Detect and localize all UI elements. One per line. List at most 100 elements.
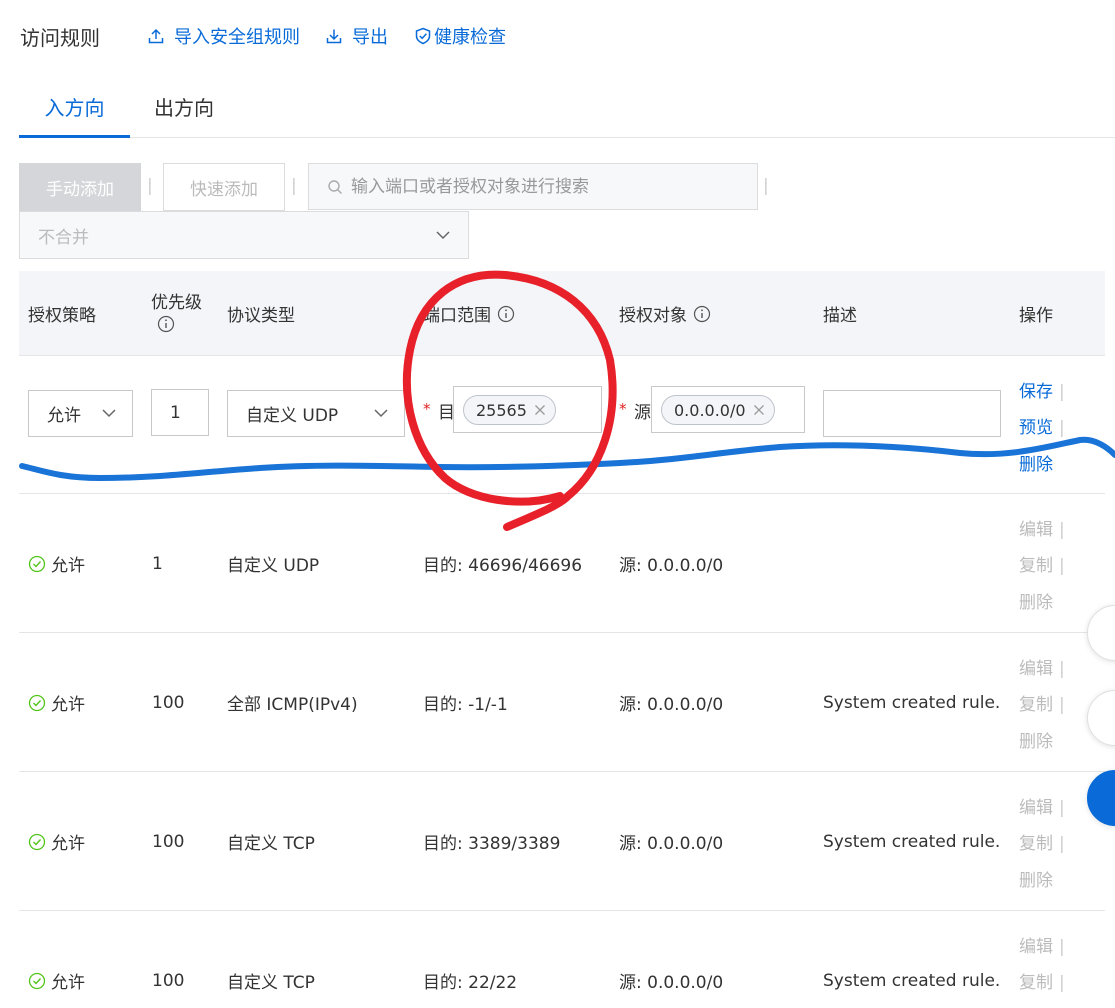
priority-input-value: 1 [170,402,181,423]
edit-link[interactable]: 编辑 | [1019,654,1065,679]
port-tag-value: 25565 [476,400,527,420]
divider: | [1059,798,1065,818]
table-row: 允许 1 自定义 UDP 目的: 46696/46696 源: 0.0.0.0/… [19,494,1105,633]
export-label: 导出 [352,27,388,48]
manual-add-button[interactable]: 手动添加 [19,163,141,211]
import-rules-label: 导入安全组规则 [174,27,300,48]
check-circle-icon [28,833,46,851]
search-box[interactable] [308,163,758,210]
priority-cell: 1 [152,553,163,574]
policy-cell: 允许 [28,911,85,1008]
description-cell: System created rule. [823,692,1001,713]
column-protocol: 协议类型 [227,306,295,326]
port-range-input[interactable]: 25565 [453,386,602,433]
search-input[interactable] [351,176,731,197]
table-row: 允许 100 自定义 TCP 目的: 3389/3389 源: 0.0.0.0/… [19,772,1105,911]
page-title: 访问规则 [20,25,100,50]
column-port-range-label: 端口范围 [423,306,491,326]
protocol-cell: 自定义 TCP [227,973,315,993]
port-cell: 目的: 46696/46696 [423,556,583,576]
health-check-link[interactable]: 健康检查 [414,23,506,49]
import-rules-link[interactable]: 导入安全组规则 [148,23,300,49]
info-icon[interactable] [157,315,211,338]
divider: | [763,176,769,196]
quick-add-button[interactable]: 快速添加 [163,163,285,211]
divider: | [1059,937,1065,957]
source-cell: 源: 0.0.0.0/0 [619,834,724,854]
copy-link-label: 复制 [1019,556,1053,576]
policy-select[interactable]: 允许 [28,390,133,437]
chevron-down-icon [100,404,118,427]
copy-link-label: 复制 [1019,834,1053,854]
source-cell: 源: 0.0.0.0/0 [619,973,724,993]
protocol-cell: 自定义 TCP [227,834,315,854]
source-cell: 源: 0.0.0.0/0 [619,556,724,576]
required-mark: * [619,400,627,418]
policy-text: 允许 [51,834,85,854]
preview-link-label: 预览 [1019,418,1053,438]
preview-link[interactable]: 预览 | [1019,413,1065,438]
policy-cell: 允许 [28,633,85,772]
divider: | [147,176,153,196]
description-cell: System created rule. [823,970,1001,991]
divider: | [1059,834,1065,854]
close-icon[interactable] [533,403,547,417]
delete-link[interactable]: 删除 [1019,727,1053,752]
header: 访问规则 导入安全组规则 导出 健康检查 [20,22,532,50]
edit-link[interactable]: 编辑 | [1019,932,1065,957]
info-icon[interactable] [693,305,711,323]
copy-link[interactable]: 复制 | [1019,551,1065,576]
policy-cell: 允许 [28,494,85,633]
description-input[interactable] [823,390,1001,437]
edit-link[interactable]: 编辑 | [1019,515,1065,540]
port-tag: 25565 [463,395,556,425]
merge-select[interactable]: 不合并 [19,211,469,259]
edit-link[interactable]: 编辑 | [1019,793,1065,818]
port-cell: 目的: 22/22 [423,973,518,993]
policy-text: 允许 [51,695,85,715]
save-link[interactable]: 保存 | [1019,377,1065,402]
info-icon[interactable] [497,305,515,323]
divider: | [1059,659,1065,679]
required-mark: * [423,400,431,418]
protocol-cell: 全部 ICMP(IPv4) [227,695,358,715]
policy-cell: 允许 [28,772,85,911]
shield-check-icon [414,27,432,45]
copy-link[interactable]: 复制 | [1019,690,1065,715]
check-circle-icon [28,694,46,712]
source-cell: 源: 0.0.0.0/0 [619,695,724,715]
policy-text: 允许 [51,556,85,576]
export-link[interactable]: 导出 [326,23,388,49]
check-circle-icon [28,972,46,990]
copy-link[interactable]: 复制 | [1019,968,1065,993]
upload-icon [148,28,164,44]
priority-cell: 100 [152,692,185,713]
health-check-label: 健康检查 [434,27,506,48]
save-link-label: 保存 [1019,382,1053,402]
copy-link[interactable]: 复制 | [1019,829,1065,854]
column-priority: 优先级 [151,288,211,338]
column-priority-label: 优先级 [151,293,202,313]
priority-input[interactable]: 1 [151,389,209,436]
source-input[interactable]: 0.0.0.0/0 [651,386,805,433]
column-source: 授权对象 [619,301,711,326]
column-source-label: 授权对象 [619,306,687,326]
description-cell: System created rule. [823,831,1001,852]
tab-outbound[interactable]: 出方向 [154,92,214,121]
chevron-down-icon [434,226,452,249]
divider: | [1059,695,1065,715]
port-cell: 目的: 3389/3389 [423,834,561,854]
protocol-select-value: 自定义 UDP [246,406,339,426]
divider: | [291,176,297,196]
divider: | [1059,382,1065,402]
check-circle-icon [28,555,46,573]
column-port-range: 端口范围 [423,301,515,326]
delete-link[interactable]: 删除 [1019,588,1053,613]
close-icon[interactable] [752,403,766,417]
delete-link[interactable]: 删除 [1019,866,1053,891]
tab-inbound[interactable]: 入方向 [19,92,130,138]
edit-link-label: 编辑 [1019,520,1053,540]
protocol-cell: 自定义 UDP [227,556,320,576]
delete-link[interactable]: 删除 [1019,450,1053,475]
protocol-select[interactable]: 自定义 UDP [227,390,405,437]
